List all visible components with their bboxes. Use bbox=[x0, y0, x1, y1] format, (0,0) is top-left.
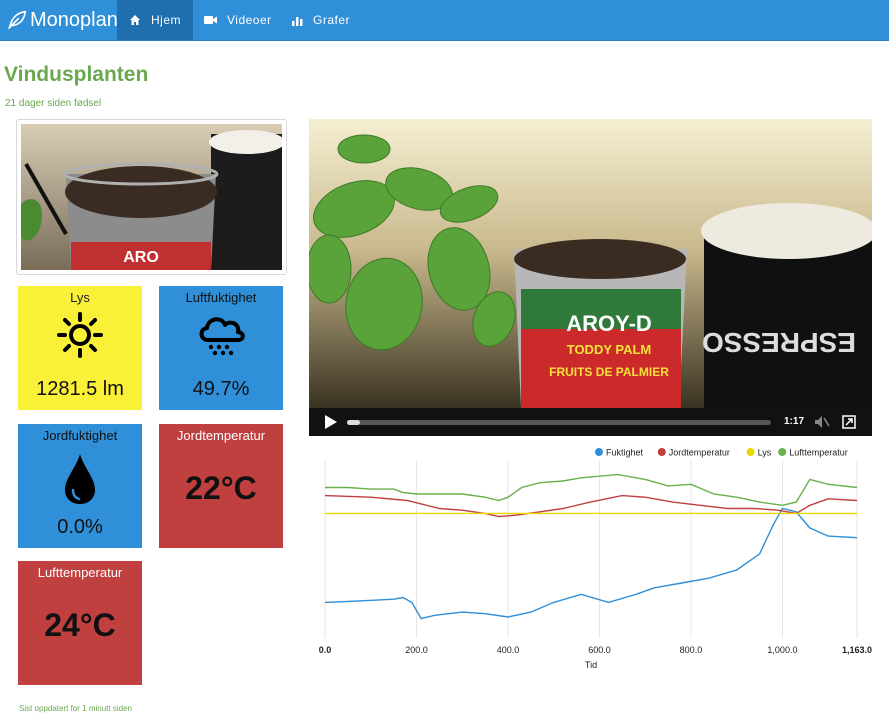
legend-marker bbox=[778, 448, 787, 456]
bar-chart-icon bbox=[292, 15, 303, 26]
series-line-fuktighet bbox=[324, 507, 858, 620]
fullscreen-icon[interactable] bbox=[842, 415, 856, 434]
leaf-icon bbox=[8, 10, 27, 30]
x-tick-label: 400.0 bbox=[497, 645, 520, 655]
x-tick-label: 1,163.0 bbox=[842, 645, 872, 655]
legend-marker bbox=[657, 448, 666, 456]
x-tick-label: 800.0 bbox=[680, 645, 703, 655]
brand-logo[interactable]: Monoplant bbox=[6, 6, 123, 34]
video-time: 1:17 bbox=[784, 416, 805, 427]
svg-text:ARO: ARO bbox=[123, 249, 159, 266]
plant-photo: ARO bbox=[16, 119, 287, 275]
video-progress-fill bbox=[347, 420, 360, 425]
video-camera-icon bbox=[204, 15, 217, 25]
legend-entry: Lufttemperatur bbox=[789, 448, 848, 458]
tile-label: Jordtemperatur bbox=[176, 428, 266, 443]
nav-item-hjem[interactable]: Hjem bbox=[117, 0, 193, 40]
plant-photo-image: ARO bbox=[21, 124, 282, 270]
brand-name: Monoplant bbox=[30, 8, 124, 31]
play-icon[interactable] bbox=[323, 414, 339, 430]
nav-item-videoer[interactable]: Videoer bbox=[204, 0, 272, 40]
x-tick-label: 1,000.0 bbox=[767, 645, 797, 655]
tile-value: 1281.5 lm bbox=[36, 378, 124, 400]
tile-value: 22°C bbox=[185, 470, 257, 506]
video-progress-bar[interactable] bbox=[347, 420, 771, 425]
x-axis-label: Tid bbox=[585, 660, 597, 670]
x-tick-label: 200.0 bbox=[405, 645, 428, 655]
x-tick-label: 0.0 bbox=[319, 645, 332, 655]
legend-marker bbox=[746, 448, 755, 456]
home-icon bbox=[129, 14, 141, 26]
svg-text:AROY-D: AROY-D bbox=[566, 311, 652, 336]
page-subtitle: 21 dager siden fødsel bbox=[5, 98, 102, 109]
nav-label-videoer: Videoer bbox=[227, 13, 272, 27]
sensor-chart-svg: 0.0 200.0 400.0 600.0 800.0 1,000.0 1,163.0 Tid… bbox=[319, 448, 872, 671]
tile-jordfuktighet: Jordfuktighet 0.0% bbox=[18, 424, 142, 548]
tile-lys: Lys 1281.5 lm bbox=[18, 286, 142, 410]
last-updated: Sist oppdatert for 1 minutt siden bbox=[19, 704, 132, 713]
sensor-chart: 0.0 200.0 400.0 600.0 800.0 1,000.0 1,163.0 Tid… bbox=[300, 440, 885, 675]
video-player[interactable]: ESPRESSO AROY-D TODDY PALM FRUITS DE PAL… bbox=[309, 119, 872, 436]
legend-entry: Lys bbox=[758, 448, 772, 458]
navbar: Monoplant Hjem Videoer Grafer bbox=[0, 0, 889, 41]
tile-value: 0.0% bbox=[57, 516, 103, 538]
tile-luftfuktighet: Luftfuktighet 49.7% bbox=[159, 286, 283, 410]
page-title: Vindusplanten bbox=[4, 63, 149, 86]
rain-cloud-icon bbox=[159, 312, 283, 356]
legend-marker bbox=[595, 448, 603, 456]
sun-icon bbox=[18, 312, 142, 358]
svg-text:ESPRESSO: ESPRESSO bbox=[702, 327, 856, 358]
legend-entry: Jordtemperatur bbox=[669, 448, 730, 458]
video-controls: 1:17 bbox=[309, 408, 872, 436]
legend-entry: Fuktighet bbox=[606, 448, 644, 458]
svg-text:TODDY PALM: TODDY PALM bbox=[567, 342, 652, 357]
tile-label: Jordfuktighet bbox=[42, 428, 118, 443]
x-tick-label: 600.0 bbox=[588, 645, 611, 655]
tile-lufttemperatur: Lufttemperatur 24°C bbox=[18, 561, 142, 685]
nav-label-hjem: Hjem bbox=[151, 13, 182, 27]
svg-text:FRUITS DE PALMIER: FRUITS DE PALMIER bbox=[549, 365, 669, 379]
volume-icon[interactable] bbox=[814, 415, 830, 434]
tile-value: 24°C bbox=[44, 607, 116, 643]
tile-value: 49.7% bbox=[192, 378, 250, 400]
video-frame: ESPRESSO AROY-D TODDY PALM FRUITS DE PAL… bbox=[309, 119, 872, 408]
tile-label: Luftfuktighet bbox=[185, 290, 257, 305]
tile-jordtemperatur: Jordtemperatur 22°C bbox=[159, 424, 283, 548]
nav-label-grafer: Grafer bbox=[313, 13, 351, 27]
tile-label: Lufttemperatur bbox=[37, 565, 123, 580]
water-drop-icon bbox=[18, 452, 142, 506]
nav-item-grafer[interactable]: Grafer bbox=[292, 0, 350, 40]
tile-label: Lys bbox=[70, 290, 90, 305]
